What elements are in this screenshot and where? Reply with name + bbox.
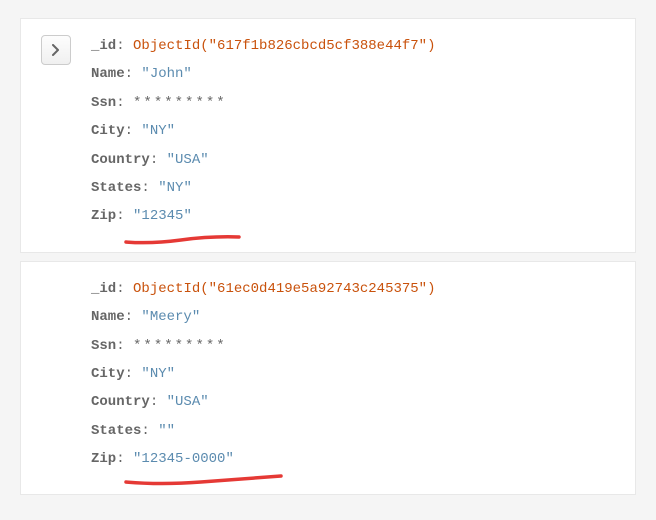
field-key: Ssn <box>91 338 116 354</box>
field-value: "John" <box>141 66 191 82</box>
field-key: States <box>91 180 141 196</box>
field-key: Zip <box>91 208 116 224</box>
field-value: "NY" <box>141 123 175 139</box>
field-country: Country: "USA" <box>91 391 435 413</box>
field-key: _id <box>91 281 116 297</box>
field-id: _id: ObjectId("61ec0d419e5a92743c245375"… <box>91 278 435 300</box>
fields-list: _id: ObjectId("617f1b826cbcd5cf388e44f7"… <box>91 35 435 228</box>
field-value: "USA" <box>167 152 209 168</box>
field-ssn: Ssn: ********* <box>91 92 435 114</box>
underline-annotation-icon <box>121 472 301 490</box>
field-key: _id <box>91 38 116 54</box>
field-key: Name <box>91 309 125 325</box>
field-key: City <box>91 366 125 382</box>
field-value: "12345" <box>133 208 192 224</box>
field-key: States <box>91 423 141 439</box>
field-value: "12345-0000" <box>133 451 234 467</box>
field-id: _id: ObjectId("617f1b826cbcd5cf388e44f7"… <box>91 35 435 57</box>
chevron-right-icon <box>52 44 60 56</box>
field-key: Ssn <box>91 95 116 111</box>
document-content: _id: ObjectId("61ec0d419e5a92743c245375"… <box>41 278 615 471</box>
field-value: "USA" <box>167 394 209 410</box>
field-value: "NY" <box>158 180 192 196</box>
field-name: Name: "John" <box>91 63 435 85</box>
document-panel: _id: ObjectId("61ec0d419e5a92743c245375"… <box>20 261 636 496</box>
field-zip: Zip: "12345-0000" <box>91 448 435 470</box>
field-zip: Zip: "12345" <box>91 205 435 227</box>
field-name: Name: "Meery" <box>91 306 435 328</box>
field-country: Country: "USA" <box>91 149 435 171</box>
field-value-objectid: ObjectId("61ec0d419e5a92743c245375") <box>133 281 435 297</box>
field-value: "" <box>158 423 175 439</box>
field-city: City: "NY" <box>91 363 435 385</box>
field-key: Name <box>91 66 125 82</box>
field-key: City <box>91 123 125 139</box>
field-states: States: "NY" <box>91 177 435 199</box>
field-value-objectid: ObjectId("617f1b826cbcd5cf388e44f7") <box>133 38 435 54</box>
fields-list: _id: ObjectId("61ec0d419e5a92743c245375"… <box>91 278 435 471</box>
field-city: City: "NY" <box>91 120 435 142</box>
field-ssn: Ssn: ********* <box>91 335 435 357</box>
field-value-masked: ********* <box>133 338 227 354</box>
document-panel: _id: ObjectId("617f1b826cbcd5cf388e44f7"… <box>20 18 636 253</box>
expand-button[interactable] <box>41 35 71 65</box>
field-value: "Meery" <box>141 309 200 325</box>
field-states: States: "" <box>91 420 435 442</box>
field-key: Country <box>91 394 150 410</box>
field-key: Zip <box>91 451 116 467</box>
document-content: _id: ObjectId("617f1b826cbcd5cf388e44f7"… <box>41 35 615 228</box>
underline-annotation-icon <box>121 232 261 248</box>
field-key: Country <box>91 152 150 168</box>
field-value: "NY" <box>141 366 175 382</box>
field-value-masked: ********* <box>133 95 227 111</box>
